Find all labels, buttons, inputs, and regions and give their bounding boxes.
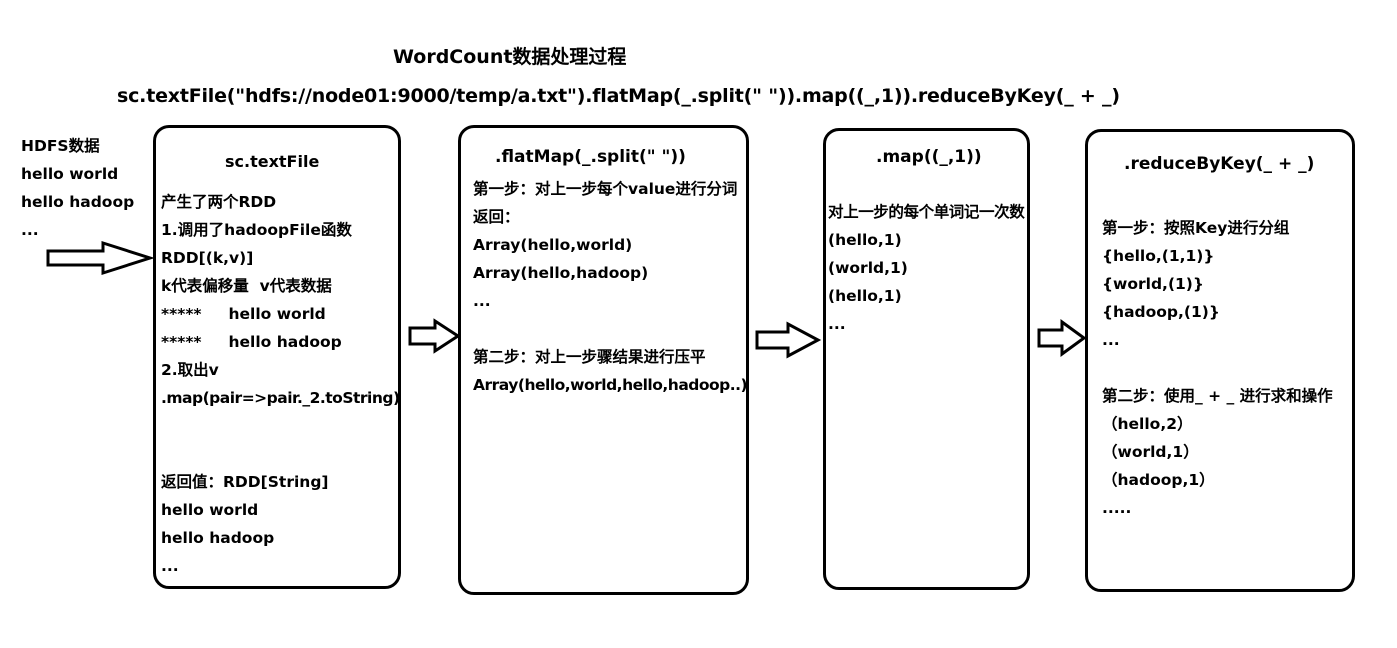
stage-line: Array(hello,world) (473, 236, 633, 254)
stage-line (473, 315, 747, 343)
stage-reducebykey-box: .reduceByKey(_ + _) 第一步：按照Key进行分组 {hello… (1085, 129, 1355, 592)
arrow-map-to-reducebykey (1037, 319, 1087, 357)
stage-line: k代表偏移量 v代表数据 (161, 277, 332, 295)
stage-line: {hadoop,(1)} (1102, 303, 1220, 321)
stage-line: .map(pair=>pair._2.toString) (161, 389, 400, 407)
stage-line (161, 412, 400, 440)
stage-line: 返回： (473, 208, 520, 226)
stage-line: 对上一步的每个单词记一次数 (828, 203, 1025, 221)
stage-line: (world,1) (828, 259, 908, 277)
stage-line (1102, 354, 1333, 382)
stage-line: （hello,2） (1102, 415, 1193, 433)
stage-reducebykey-title: .reduceByKey(_ + _) (1124, 154, 1315, 174)
stage-reducebykey-lines: 第一步：按照Key进行分组 {hello,(1,1)} {world,(1)} … (1102, 214, 1333, 522)
stage-line: (hello,1) (828, 231, 902, 249)
stage-line: {world,(1)} (1102, 275, 1204, 293)
stage-line: 2.取出v (161, 361, 219, 379)
stage-line: {hello,(1,1)} (1102, 247, 1215, 265)
stage-flatmap-box: .flatMap(_.split(" ")) 第一步：对上一步每个value进行… (458, 125, 749, 595)
stage-line: hello world (161, 501, 259, 519)
stage-line: 返回值：RDD[String] (161, 473, 329, 491)
stage-line: Array(hello,world,hello,hadoop..) (473, 376, 748, 394)
code-line: sc.textFile("hdfs://node01:9000/temp/a.t… (117, 85, 1120, 107)
stage-map-lines: 对上一步的每个单词记一次数 (hello,1) (world,1) (hello… (828, 198, 1025, 338)
stage-line: hello hadoop (161, 529, 275, 547)
stage-line: 第二步：对上一步骤结果进行压平 (473, 348, 706, 366)
stage-line: (hello,1) (828, 287, 902, 305)
stage-line: 第二步：使用_ + _ 进行求和操作 (1102, 387, 1333, 405)
stage-line: ... (473, 292, 491, 310)
stage-line: RDD[(k,v)] (161, 249, 254, 267)
stage-line: ... (828, 315, 846, 333)
stage-line: ... (161, 557, 179, 575)
stage-line: Array(hello,hadoop) (473, 264, 649, 282)
diagram-title: WordCount数据处理过程 (393, 46, 627, 68)
stage-textfile-box: sc.textFile 产生了两个RDD 1.调用了hadoopFile函数 R… (153, 125, 401, 589)
stage-flatmap-lines: 第一步：对上一步每个value进行分词 返回： Array(hello,worl… (473, 175, 748, 399)
stage-line: ***** hello world (161, 305, 326, 323)
stage-line: 1.调用了hadoopFile函数 (161, 221, 352, 239)
stage-line: 第一步：对上一步每个value进行分词 (473, 180, 738, 198)
stage-map-title: .map((_,1)) (876, 147, 982, 167)
stage-line: （world,1） (1102, 443, 1199, 461)
stage-line: 产生了两个RDD (161, 193, 277, 211)
hdfs-data-line: HDFS数据 (21, 137, 100, 155)
hdfs-data-list: HDFS数据 hello world hello hadoop ... (21, 132, 134, 244)
stage-line: （hadoop,1） (1102, 471, 1215, 489)
stage-line: ***** hello hadoop (161, 333, 342, 351)
hdfs-data-line: hello hadoop (21, 193, 135, 211)
stage-line: ..... (1102, 499, 1132, 517)
stage-line: 第一步：按照Key进行分组 (1102, 219, 1290, 237)
stage-map-box: .map((_,1)) 对上一步的每个单词记一次数 (hello,1) (wor… (823, 128, 1030, 590)
stage-textfile-title: sc.textFile (225, 152, 320, 171)
stage-textfile-lines: 产生了两个RDD 1.调用了hadoopFile函数 RDD[(k,v)] k代… (161, 188, 400, 580)
hdfs-data-line: ... (21, 221, 39, 239)
stage-line: ... (1102, 331, 1120, 349)
stage-flatmap-title: .flatMap(_.split(" ")) (495, 147, 686, 167)
hdfs-data-line: hello world (21, 165, 119, 183)
stage-line (161, 440, 400, 468)
